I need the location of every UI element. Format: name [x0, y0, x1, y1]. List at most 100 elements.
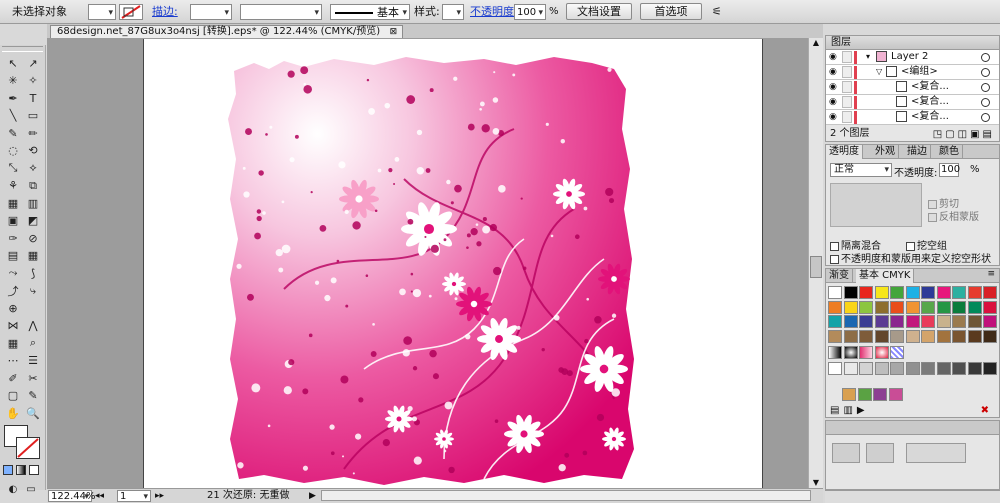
gradient-swatch[interactable] [874, 346, 889, 359]
perspective-select-tool-icon[interactable]: ⟆ [24, 265, 42, 281]
next-page-icon[interactable]: ▸▸ [155, 490, 164, 502]
scroll-up-icon[interactable]: ▲ [811, 38, 821, 48]
swatch[interactable] [859, 300, 873, 314]
swatch[interactable] [873, 388, 887, 401]
gray-swatch[interactable] [967, 362, 982, 375]
swatch[interactable] [890, 315, 904, 328]
swatch[interactable] [983, 286, 997, 299]
swatch[interactable] [843, 315, 858, 328]
swatch[interactable] [936, 300, 951, 314]
page-field[interactable]: 1 [117, 490, 151, 503]
line-tool-icon[interactable]: ╲ [4, 108, 22, 124]
pen-tool-icon[interactable]: ✒ [4, 90, 22, 106]
swatch[interactable] [936, 286, 951, 299]
gray-swatch[interactable] [874, 362, 889, 375]
gray-swatch[interactable] [905, 362, 920, 375]
arrange-documents-icon[interactable]: ⚟ [712, 4, 730, 20]
visibility-eye-icon[interactable]: ◉ [829, 96, 841, 108]
crop-tool-icon[interactable]: ▢ [4, 388, 22, 404]
scroll-down-icon[interactable]: ▼ [811, 478, 821, 488]
target-tool-icon[interactable]: ⊕ [4, 300, 22, 316]
floral-artwork[interactable] [144, 39, 764, 489]
swatch[interactable] [967, 329, 982, 343]
perspective-tool-icon[interactable]: ⤳ [4, 265, 22, 281]
scroll-thumb[interactable] [810, 256, 822, 278]
swatch[interactable] [967, 286, 982, 299]
target-circle-icon[interactable] [981, 113, 990, 122]
gray-swatch[interactable] [890, 362, 904, 375]
rectangle-tool-icon[interactable]: ▭ [24, 108, 42, 124]
swatch[interactable] [921, 300, 935, 314]
swatch[interactable] [843, 329, 858, 343]
column-graph-tool-icon[interactable]: ▥ [24, 195, 42, 211]
direct-selection-tool-icon[interactable]: ↗ [24, 55, 42, 71]
swatch[interactable] [983, 300, 997, 314]
canvas-area[interactable] [47, 38, 823, 490]
color-mode-icon[interactable] [3, 465, 13, 475]
swatch[interactable] [859, 286, 873, 299]
scale-tool-icon[interactable]: ⤡ [4, 160, 22, 176]
gray-swatch[interactable] [859, 362, 873, 375]
tab-transparency[interactable]: 透明度 [826, 145, 863, 159]
horizontal-scrollbar[interactable] [321, 490, 811, 501]
lock-toggle[interactable] [842, 81, 852, 93]
swatch[interactable] [888, 388, 903, 401]
swatch[interactable] [857, 388, 872, 401]
invert-mask-checkbox[interactable]: 反相蒙版 [928, 208, 979, 223]
visibility-eye-icon[interactable]: ◉ [829, 51, 841, 63]
gray-swatch[interactable] [983, 362, 997, 375]
mesh-tool-icon[interactable]: ▣ [4, 213, 22, 229]
blob-brush-tool-icon[interactable]: ◌ [4, 143, 22, 159]
lock-toggle[interactable] [842, 96, 852, 108]
swatch[interactable] [828, 329, 842, 343]
swatch[interactable] [828, 300, 842, 314]
delete-swatch-icon[interactable]: ✖ [981, 405, 989, 416]
variable-width-select[interactable] [240, 4, 322, 21]
swatch[interactable] [936, 329, 951, 343]
symbol-thumb-1[interactable] [832, 443, 860, 463]
align-tool-icon[interactable]: ☰ [24, 353, 42, 369]
swatch[interactable] [859, 329, 873, 343]
swatch[interactable] [921, 329, 935, 343]
swatch[interactable] [936, 315, 951, 328]
gradient-swatch[interactable] [828, 346, 842, 359]
tab-stroke[interactable]: 描边 [904, 145, 931, 159]
vertical-scrollbar[interactable]: ▲ ▼ [808, 38, 823, 490]
blank-tool-icon[interactable] [24, 300, 42, 316]
expand-triangle-icon[interactable]: ▾ [866, 51, 870, 63]
layer-row[interactable]: ◉ ▾ Layer 2 [826, 50, 999, 65]
blend-tool-icon[interactable]: ⊘ [24, 230, 42, 246]
none-mode-icon[interactable] [29, 465, 39, 475]
lock-toggle[interactable] [842, 51, 852, 63]
tab-basic-cmyk[interactable]: 基本 CMYK [856, 269, 915, 283]
swatch[interactable] [843, 300, 858, 314]
gray-swatch[interactable] [828, 362, 842, 375]
close-tab-icon[interactable]: ⊠ [390, 26, 398, 38]
fill-swatch[interactable] [88, 4, 116, 21]
layer-row[interactable]: ◉ <复合... [826, 80, 999, 95]
chart-tool-icon[interactable]: ▦ [4, 335, 22, 351]
swatch[interactable] [890, 329, 904, 343]
stroke-weight-field[interactable] [190, 4, 232, 21]
first-page-icon[interactable]: ◂◂ [95, 490, 104, 502]
gradient-tool-icon[interactable]: ◩ [24, 213, 42, 229]
shape-builder-tool-icon[interactable]: ⤴ [4, 283, 22, 299]
lock-toggle[interactable] [842, 111, 852, 123]
swatch[interactable] [983, 329, 997, 343]
swatch[interactable] [828, 286, 842, 299]
gray-swatch[interactable] [921, 362, 935, 375]
swatch[interactable] [843, 286, 858, 299]
target-circle-icon[interactable] [981, 98, 990, 107]
opacity-label[interactable]: 不透明度: [470, 4, 518, 20]
blend-mode-select[interactable]: 正常 [830, 163, 892, 177]
draw-normal-icon[interactable]: ◐ [4, 481, 22, 497]
symbol-thumb-3[interactable] [906, 443, 966, 463]
symbol-thumb-2[interactable] [866, 443, 894, 463]
target-circle-icon[interactable] [981, 53, 990, 62]
zoom-field[interactable]: 122.44% [48, 490, 96, 503]
eyedropper-tool-icon[interactable]: ✑ [4, 230, 22, 246]
selection-tool-icon[interactable]: ↖ [4, 55, 22, 71]
stroke-label[interactable]: 描边: [152, 4, 178, 20]
symbol-sprayer-tool-icon[interactable]: ▦ [4, 195, 22, 211]
scissors-tool-icon[interactable]: ✂ [24, 370, 42, 386]
